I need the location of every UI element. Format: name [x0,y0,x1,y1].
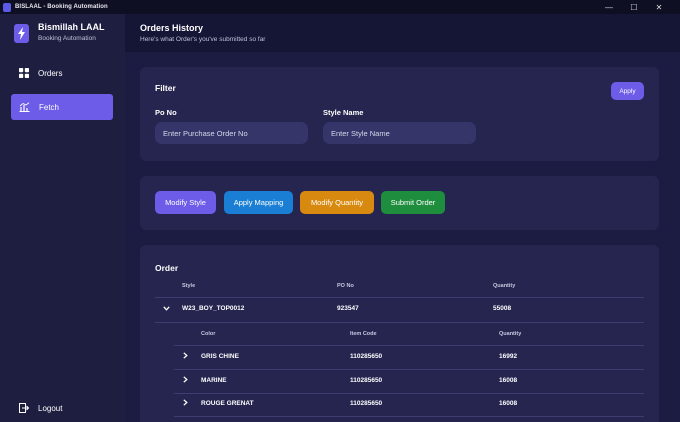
brand: Bismillah LAAL Booking Automation [14,22,105,43]
filter-title: Filter [155,83,176,93]
sub-column-header-item-code: Item Code [350,331,377,337]
po-label: Po No [155,108,177,117]
maximize-button[interactable]: ☐ [623,0,645,14]
title-bar: BISLAAL - Booking Automation — ☐ ✕ [0,0,680,14]
page-header: Orders History Here's what Order's you'v… [125,14,680,52]
sidebar-item-logout[interactable]: Logout [11,395,113,421]
item-code: 110285650 [350,400,383,407]
chevron-right-icon[interactable] [183,399,188,406]
sidebar-item-orders[interactable]: Orders [11,60,113,86]
item-color: ROUGE GRENAT [201,400,254,407]
sub-column-header-color: Color [201,331,216,337]
logout-icon [19,403,29,413]
style-name-input[interactable] [323,122,476,144]
sidebar: Bismillah LAAL Booking Automation Orders… [0,14,125,422]
item-quantity: 16992 [499,353,518,360]
item-code: 110285650 [350,353,383,360]
divider [174,369,644,370]
item-quantity: 16008 [499,400,518,407]
chart-icon [19,102,30,112]
item-code: 110285650 [350,377,383,384]
style-name-label: Style Name [323,108,364,117]
close-button[interactable]: ✕ [648,0,670,14]
item-quantity: 16008 [499,377,518,384]
filter-card: Filter Apply Po No Style Name [140,67,659,161]
modify-quantity-button[interactable]: Modify Quantity [300,191,374,214]
divider [155,297,644,298]
submit-order-button[interactable]: Submit Order [381,191,445,214]
brand-name: Bismillah LAAL [38,22,105,32]
po-input[interactable] [155,122,308,144]
column-header-quantity: Quantity [493,283,516,289]
sidebar-item-fetch[interactable]: Fetch [11,94,113,120]
sub-column-header-quantity: Quantity [499,331,522,337]
chevron-right-icon[interactable] [183,352,188,359]
divider [174,345,644,346]
row-po: 923547 [337,305,359,312]
order-card: Order Style PO No Quantity W23_BOY_TOP00… [140,245,659,422]
minimize-button[interactable]: — [598,0,620,14]
divider [174,416,644,417]
divider [155,322,644,323]
page-title: Orders History [140,23,204,33]
column-header-style: Style [182,283,196,289]
grid-icon [19,68,29,78]
modify-style-button[interactable]: Modify Style [155,191,216,214]
window-title: BISLAAL - Booking Automation [15,4,108,10]
sidebar-item-label: Orders [38,68,63,78]
item-color: GRIS CHINE [201,353,239,360]
sidebar-item-label: Logout [38,403,63,413]
brand-subtitle: Booking Automation [38,35,96,42]
chevron-right-icon[interactable] [183,376,188,383]
item-color: MARINE [201,377,227,384]
app-icon [3,2,11,12]
row-quantity: 55008 [493,305,512,312]
divider [174,393,644,394]
sidebar-item-label: Fetch [39,102,60,112]
page-subtitle: Here's what Order's you've submitted so … [140,36,266,43]
row-style: W23_BOY_TOP0012 [182,305,245,312]
order-title: Order [155,263,179,273]
actions-card: Modify Style Apply Mapping Modify Quanti… [140,176,659,230]
main-content: Filter Apply Po No Style Name Modify Sty… [125,52,680,422]
apply-button[interactable]: Apply [611,82,644,100]
apply-mapping-button[interactable]: Apply Mapping [224,191,293,214]
lightning-logo-icon [14,24,29,43]
chevron-down-icon[interactable] [163,306,170,311]
column-header-po: PO No [337,283,354,289]
